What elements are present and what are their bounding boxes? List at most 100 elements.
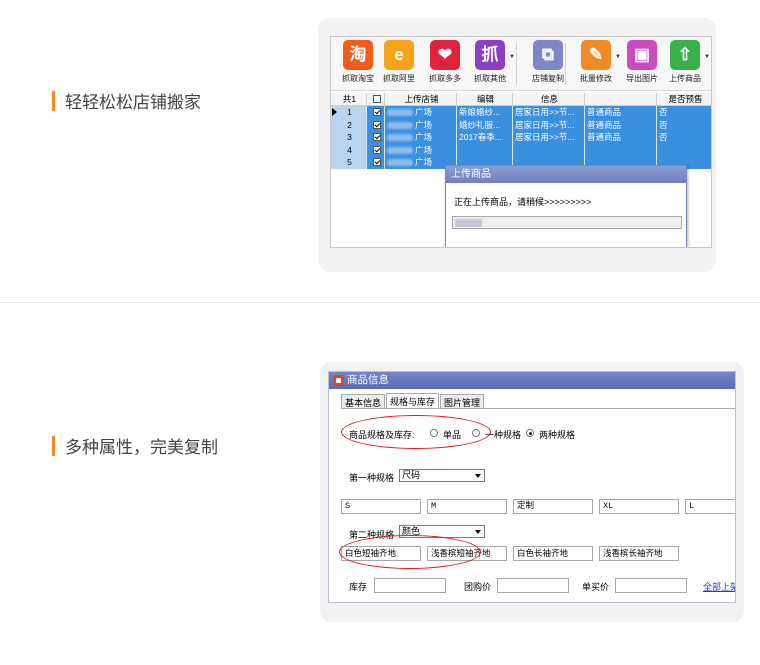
highlight-oval — [339, 535, 481, 569]
toolbar-separator — [565, 43, 566, 85]
tab-image-manage[interactable]: 图片管理 — [440, 394, 485, 408]
row-pointer-icon — [332, 108, 337, 116]
progress-fill — [455, 219, 483, 227]
row-number: 2 — [331, 118, 367, 131]
highlight-oval — [341, 415, 491, 449]
row-number-text: 3 — [347, 132, 352, 142]
second-spec-value-input[interactable]: 白色长袖齐地 — [513, 546, 593, 561]
col-header-edit: 编辑 — [457, 93, 513, 106]
first-spec-label: 第一种规格 — [349, 473, 395, 483]
spec-panel: 商品规格及库存: 单品 一种规格 两种规格 第一种规格 尺码 S M 定制 XL L 第… — [339, 408, 735, 602]
row-edit — [457, 143, 513, 156]
row-checkbox[interactable] — [372, 133, 381, 141]
col-header-check[interactable] — [367, 93, 385, 106]
table-row[interactable]: 3 广场 2017春季... 居家日用>>节... 普通商品否 — [331, 131, 711, 144]
row-number-text: 1 — [347, 107, 352, 117]
first-spec-select[interactable]: 尺码 — [399, 469, 485, 482]
toolbar-button-8[interactable]: ⇧ 上传商品 ▼ — [662, 40, 710, 88]
toolbar-separator — [516, 43, 517, 85]
toolbar-button-6[interactable]: ✎ 批量修改 ▼ — [573, 40, 621, 88]
radio-two-spec-label[interactable]: 两种规格 — [539, 428, 575, 441]
tab-spec-stock[interactable]: 规格与库存 — [386, 393, 440, 408]
first-spec-value-input[interactable]: M — [427, 499, 507, 514]
shop-copy-icon: ⧉ — [533, 40, 563, 70]
row-type: 普通商品 — [585, 131, 657, 144]
row-number-text: 2 — [347, 119, 352, 130]
row-check-cell — [367, 131, 385, 144]
group-price-input[interactable] — [497, 578, 569, 593]
table-row[interactable]: 4 广场 — [331, 143, 711, 156]
toolbar-button-label: 导出图片 — [626, 74, 658, 83]
row-shop-text: 广场 — [415, 132, 433, 142]
feature-section-shop-move: 轻轻松松店铺搬家 淘抓取淘宝 e 抓取阿里 ❤ 抓取多多抓抓取其他 ▼ ⧉ 店铺复制 ✎ 批量修改… — [0, 0, 760, 300]
image-export-icon: ▣ — [627, 40, 657, 70]
first-spec-value-input[interactable]: 定制 — [513, 499, 593, 514]
dropdown-arrow-icon[interactable]: ▼ — [509, 54, 515, 60]
tab-basic-info[interactable]: 基本信息 — [341, 394, 386, 408]
toolbar-button-label: 抓取多多 — [429, 74, 461, 83]
select-all-checkbox[interactable] — [372, 95, 381, 103]
radio-two-spec[interactable] — [526, 429, 534, 437]
row-checkbox[interactable] — [372, 145, 381, 154]
row-checkbox[interactable] — [372, 108, 381, 116]
col-header-count: 共1 — [331, 93, 367, 106]
redacted-text — [387, 121, 413, 129]
row-info: 居家日用>>节... — [513, 118, 585, 131]
screenshot-card: 商品信息 基本信息 规格与库存 图片管理 商品规格及库存: 单品 一种规格 两种… — [320, 362, 744, 622]
stock-label: 库存 — [349, 582, 368, 592]
row-shop-text: 广场 — [415, 144, 433, 155]
row-type: 普通商品 — [585, 118, 657, 131]
row-type — [585, 143, 657, 156]
upload-dialog: 上传商品 正在上传商品，请稍候>>>>>>>>> — [445, 165, 687, 247]
toolbar-button-4[interactable]: 抓抓取其他 ▼ — [467, 40, 515, 88]
feature-heading: 轻轻松松店铺搬家 — [52, 88, 201, 113]
dropdown-arrow-icon[interactable]: ▼ — [704, 54, 710, 60]
row-presale: 否 — [657, 106, 711, 119]
row-shop: 广场 — [385, 143, 457, 156]
first-spec-value: 尺码 — [402, 470, 421, 480]
col-header-shop: 上传店铺 — [385, 93, 457, 106]
chevron-down-icon — [475, 530, 481, 534]
row-presale: 否 — [657, 118, 711, 131]
row-shop: 广场 — [385, 131, 457, 144]
first-spec-value-input[interactable]: S — [341, 499, 421, 514]
row-number: 4 — [331, 143, 367, 156]
grid-header: 共1 上传店铺 编辑 信息 是否预售 — [331, 93, 711, 106]
col-header-presale: 是否预售 — [657, 93, 711, 106]
list-all-link[interactable]: 全部上架 — [703, 580, 735, 593]
dialog-title: 上传商品 — [446, 166, 686, 183]
row-shop-text: 广场 — [415, 107, 433, 117]
toolbar-button-3[interactable]: ❤ 抓取多多 — [422, 40, 468, 88]
row-edit: 婚纱礼服... — [457, 118, 513, 131]
row-checkbox[interactable] — [372, 158, 381, 166]
pinduoduo-icon: ❤ — [430, 40, 460, 70]
row-check-cell — [367, 118, 385, 131]
toolbar-button-7[interactable]: ▣ 导出图片 — [619, 40, 665, 88]
row-type: 普通商品 — [585, 106, 657, 119]
row-info: 居家日用>>节... — [513, 131, 585, 144]
taobao-icon: 淘 — [343, 40, 373, 70]
screenshot-card: 淘抓取淘宝 e 抓取阿里 ❤ 抓取多多抓抓取其他 ▼ ⧉ 店铺复制 ✎ 批量修改 ▼ ▣ 导出图片 ⇧ 上传… — [318, 18, 716, 272]
toolbar-button-2[interactable]: e 抓取阿里 — [376, 40, 422, 88]
row-checkbox[interactable] — [372, 120, 381, 129]
toolbar-button-1[interactable]: 淘抓取淘宝 — [335, 40, 381, 88]
feature-text: 多种属性，完美复制 — [65, 438, 218, 458]
accent-bar — [52, 90, 55, 111]
second-spec-value-input[interactable]: 浅香槟长袖齐地 — [599, 546, 679, 561]
single-price-input[interactable] — [615, 578, 687, 593]
redacted-text — [387, 146, 413, 154]
product-info-window: 商品信息 基本信息 规格与库存 图片管理 商品规格及库存: 单品 一种规格 两种… — [328, 371, 736, 603]
row-info: 居家日用>>节... — [513, 106, 585, 119]
first-spec-value-input[interactable]: XL — [599, 499, 679, 514]
dialog-message: 正在上传商品，请稍候>>>>>>>>> — [454, 197, 592, 207]
upload-icon: ⇧ — [670, 40, 700, 70]
col-header-info: 信息 — [513, 93, 585, 106]
feature-section-attributes: 多种属性，完美复制 商品信息 基本信息 规格与库存 图片管理 商品规格及库存: … — [0, 305, 760, 665]
row-info — [513, 143, 585, 156]
table-row[interactable]: 2 广场 婚纱礼服... 居家日用>>节... 普通商品否 — [331, 118, 711, 131]
window-titlebar: 商品信息 — [329, 372, 735, 389]
chevron-down-icon — [475, 474, 481, 478]
table-row[interactable]: 1 广场 新娘婚纱... 居家日用>>节... 普通商品否 — [331, 106, 711, 119]
first-spec-value-input[interactable]: L — [685, 499, 735, 514]
stock-input[interactable] — [374, 578, 446, 593]
